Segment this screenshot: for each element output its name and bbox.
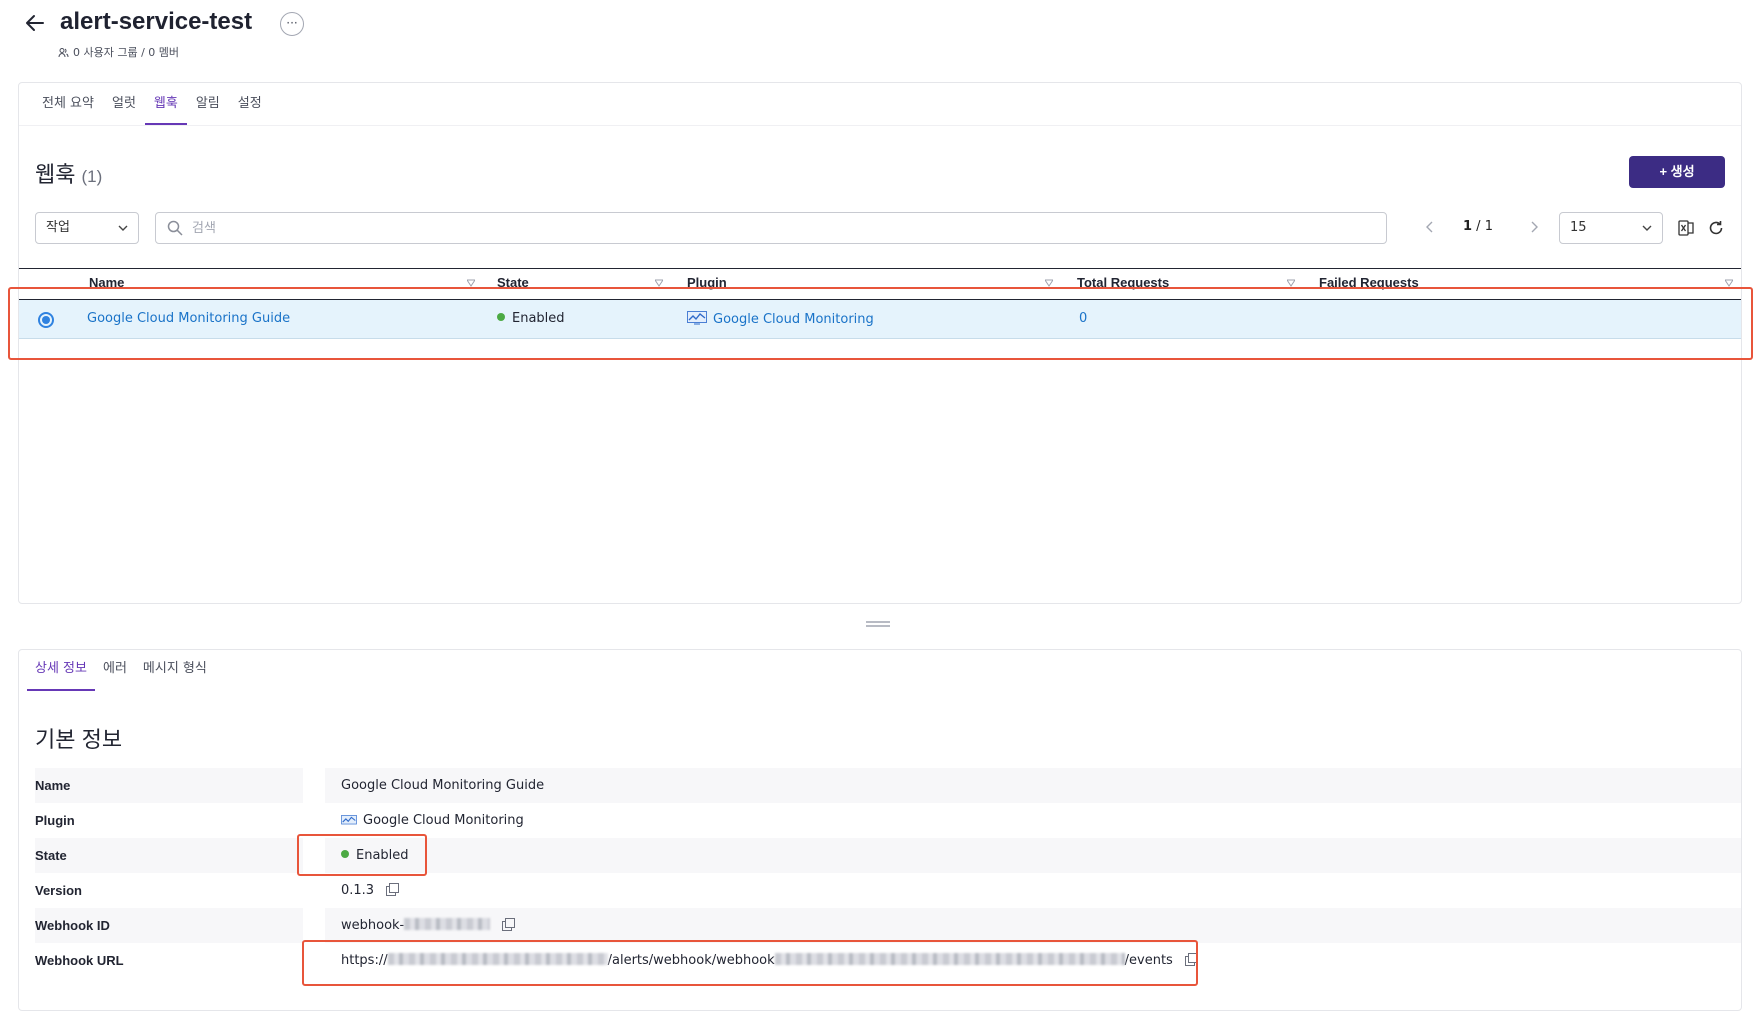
version-text: 0.1.3 <box>341 883 375 898</box>
list-toolbar: 작업 1 / 1 15 <box>35 212 1725 244</box>
more-options-button[interactable]: ··· <box>280 12 304 36</box>
info-key: State <box>35 838 303 873</box>
tabs-divider <box>19 125 1741 126</box>
webhook-url-path: /alerts/webhook/webhook <box>607 953 775 968</box>
webhook-url-prefix: https:// <box>341 953 388 968</box>
state-text: Enabled <box>356 848 409 863</box>
info-key: Name <box>35 768 303 803</box>
row-select-radio[interactable] <box>38 312 54 328</box>
page-title: alert-service-test <box>60 8 253 35</box>
page-header: alert-service-test ··· 0 사용자 그룹 / 0 멤버 <box>0 0 1756 80</box>
table-row[interactable]: Google Cloud Monitoring Guide Enabled Go… <box>19 300 1741 339</box>
info-row-webhook-url: Webhook URL https:// /alerts/webhook/webh… <box>35 943 1741 978</box>
tab-summary[interactable]: 전체 요약 <box>33 93 103 125</box>
info-value: webhook- <box>325 908 1741 943</box>
sort-icon[interactable] <box>655 279 663 287</box>
detail-tabs: 상세 정보 에러 메시지 형식 <box>27 658 215 691</box>
info-row-version: Version 0.1.3 <box>35 873 1741 908</box>
tab-details[interactable]: 상세 정보 <box>27 658 95 691</box>
webhook-table: Name State Plugin Total Requests Failed … <box>19 268 1741 339</box>
sort-icon[interactable] <box>1287 279 1295 287</box>
page-size-value: 15 <box>1570 220 1587 235</box>
sort-icon[interactable] <box>467 279 475 287</box>
action-select[interactable]: 작업 <box>35 212 139 244</box>
create-button[interactable]: + 생성 <box>1629 156 1725 188</box>
detail-info-table: Name Google Cloud Monitoring Guide Plugi… <box>35 768 1741 978</box>
info-value: 0.1.3 <box>325 873 1741 908</box>
arrow-left-icon[interactable] <box>24 12 46 34</box>
action-select-label: 작업 <box>46 220 70 235</box>
page-size-select[interactable]: 15 <box>1559 212 1663 244</box>
tab-errors[interactable]: 에러 <box>95 658 135 691</box>
plugin-link[interactable]: Google Cloud Monitoring <box>713 312 874 327</box>
column-header-state[interactable]: State <box>497 275 529 290</box>
chevron-down-icon <box>1642 225 1652 231</box>
excel-export-icon[interactable] <box>1677 219 1695 237</box>
monitoring-plugin-icon <box>687 311 707 325</box>
info-key: Webhook URL <box>35 953 124 968</box>
info-row-name: Name Google Cloud Monitoring Guide <box>35 768 1741 803</box>
column-header-total-requests[interactable]: Total Requests <box>1077 275 1169 290</box>
tab-settings[interactable]: 설정 <box>229 93 271 125</box>
info-value: Google Cloud Monitoring Guide <box>325 768 1741 803</box>
state-cell: Enabled <box>497 311 565 326</box>
tab-notifications[interactable]: 알림 <box>187 93 229 125</box>
status-dot-icon <box>497 313 505 321</box>
sort-icon[interactable] <box>1045 279 1053 287</box>
refresh-icon[interactable] <box>1707 219 1725 237</box>
pager-current: 1 <box>1463 219 1473 234</box>
copy-icon[interactable] <box>502 918 516 931</box>
status-dot-icon <box>341 850 349 858</box>
redacted-text <box>404 918 491 930</box>
redacted-text <box>774 953 1125 965</box>
info-value: Enabled <box>325 838 1741 873</box>
info-value: Google Cloud Monitoring <box>325 803 1741 838</box>
column-header-failed-requests[interactable]: Failed Requests <box>1319 275 1419 290</box>
tab-message-format[interactable]: 메시지 형식 <box>135 658 215 691</box>
info-key: Webhook ID <box>35 908 303 943</box>
total-requests-cell[interactable]: 0 <box>1079 311 1087 326</box>
table-header: Name State Plugin Total Requests Failed … <box>19 268 1741 300</box>
users-icon <box>58 47 69 57</box>
webhook-id-text: webhook- <box>341 918 405 933</box>
plugin-cell: Google Cloud Monitoring <box>687 311 874 327</box>
info-key: Version <box>35 883 82 898</box>
tab-webhooks[interactable]: 웹훅 <box>144 93 187 125</box>
pager-separator: / <box>1472 219 1485 234</box>
tab-alerts[interactable]: 얼럿 <box>103 93 145 125</box>
section-title-text: 웹훅 <box>35 162 76 187</box>
search-icon <box>167 220 183 236</box>
resize-handle[interactable] <box>866 621 890 627</box>
copy-icon[interactable] <box>1184 953 1198 966</box>
member-summary-text: 0 사용자 그룹 / 0 멤버 <box>73 46 180 59</box>
detail-title: 기본 정보 <box>35 727 123 752</box>
info-row-state: State Enabled <box>35 838 1741 873</box>
member-summary: 0 사용자 그룹 / 0 멤버 <box>58 44 179 60</box>
info-value: https:// /alerts/webhook/webhook/events <box>325 943 1741 978</box>
redacted-text <box>387 953 608 965</box>
column-header-name[interactable]: Name <box>89 275 124 290</box>
copy-icon[interactable] <box>386 883 400 896</box>
info-row-plugin: Plugin Google Cloud Monitoring <box>35 803 1741 838</box>
column-header-plugin[interactable]: Plugin <box>687 275 727 290</box>
info-row-webhook-id: Webhook ID webhook- <box>35 908 1741 943</box>
pager-total: 1 <box>1484 219 1493 234</box>
webhook-name-link[interactable]: Google Cloud Monitoring Guide <box>87 311 290 326</box>
info-key: Plugin <box>35 813 75 828</box>
monitoring-plugin-icon <box>341 815 357 825</box>
state-text: Enabled <box>512 311 565 326</box>
webhook-list-panel: 전체 요약 얼럿 웹훅 알림 설정 웹훅 (1) + 생성 작업 1 / 1 15 <box>18 82 1742 604</box>
chevron-right-icon[interactable] <box>1529 220 1539 234</box>
pagination-text: 1 / 1 <box>1463 219 1493 234</box>
sort-icon[interactable] <box>1725 279 1733 287</box>
chevron-down-icon <box>118 225 128 231</box>
webhook-url-suffix: /events <box>1124 953 1173 968</box>
section-title: 웹훅 (1) <box>35 157 102 189</box>
plugin-name: Google Cloud Monitoring <box>363 813 524 828</box>
chevron-left-icon[interactable] <box>1425 220 1435 234</box>
webhook-detail-panel: 상세 정보 에러 메시지 형식 기본 정보 Name Google Cloud … <box>18 649 1742 1011</box>
main-tabs: 전체 요약 얼럿 웹훅 알림 설정 <box>33 93 271 125</box>
search-input[interactable] <box>155 212 1387 244</box>
webhook-count: (1) <box>81 167 103 186</box>
